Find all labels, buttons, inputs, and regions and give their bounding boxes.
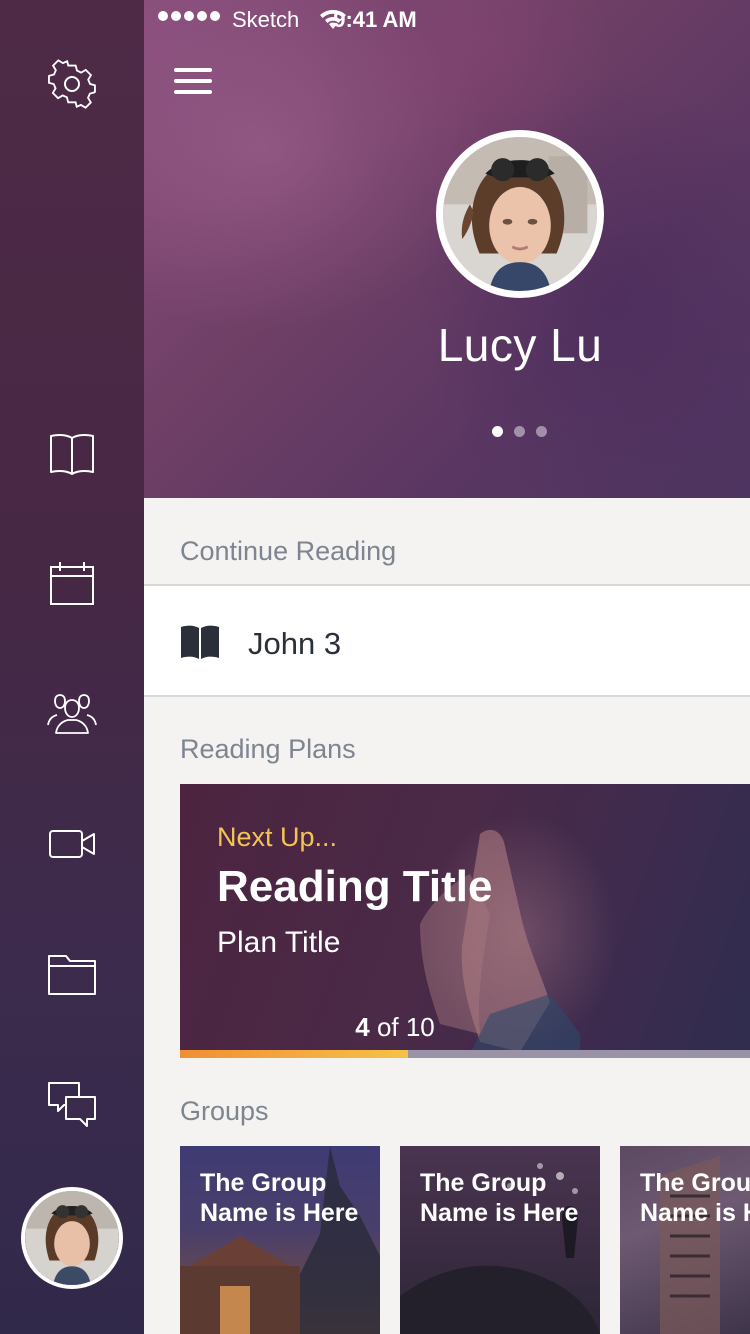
group-name: The Group Name is Here [640, 1169, 750, 1227]
group-card[interactable]: The Group Name is Here [620, 1146, 750, 1334]
group-card[interactable]: The Group Name is Here [400, 1146, 600, 1334]
profile-header: Sketch 9:41 AM Lucy Lu [144, 0, 750, 498]
sidebar [0, 0, 144, 1334]
reading-plans-heading: Reading Plans [180, 734, 356, 764]
group-card[interactable]: The Group Name is Here [180, 1146, 380, 1334]
profile-name: Lucy Lu [437, 319, 603, 371]
folder-icon[interactable] [40, 942, 104, 1006]
people-icon[interactable] [40, 682, 104, 746]
plan-progress-bar [180, 1050, 750, 1058]
profile-avatar[interactable] [436, 130, 604, 298]
hamburger-menu-icon[interactable] [174, 68, 216, 102]
page-dot[interactable] [492, 426, 503, 437]
reading-title: Reading Title [217, 862, 493, 911]
gear-icon[interactable] [40, 52, 104, 116]
group-name: The Group Name is Here [420, 1169, 579, 1227]
plan-title: Plan Title [217, 926, 341, 959]
reading-plan-card[interactable]: Next Up... Reading Title Plan Title 4 of… [180, 784, 750, 1058]
continue-reading-title: John 3 [248, 626, 342, 661]
continue-reading-heading: Continue Reading [180, 536, 397, 566]
status-time: 9:41 AM [333, 7, 417, 32]
groups-heading: Groups [180, 1096, 269, 1126]
status-bar: Sketch 9:41 AM [144, 0, 750, 40]
sidebar-avatar[interactable] [21, 1187, 123, 1289]
chat-bubbles-icon[interactable] [40, 1072, 104, 1136]
page-dot[interactable] [514, 426, 525, 437]
group-name: The Group Name is Here [200, 1169, 359, 1227]
plan-progress-fill [180, 1050, 408, 1058]
plan-progress-text: 4 of 10 [180, 1012, 610, 1043]
calendar-icon[interactable] [40, 552, 104, 616]
progress-total: of 10 [376, 1012, 435, 1042]
book-open-icon[interactable] [40, 422, 104, 486]
page-indicator[interactable] [492, 426, 547, 437]
next-up-label: Next Up... [217, 822, 338, 852]
page-dot[interactable] [536, 426, 547, 437]
continue-reading-item[interactable]: John 3 [144, 584, 750, 697]
progress-current: 4 [355, 1012, 370, 1042]
video-camera-icon[interactable] [40, 812, 104, 876]
book-icon [181, 625, 219, 659]
